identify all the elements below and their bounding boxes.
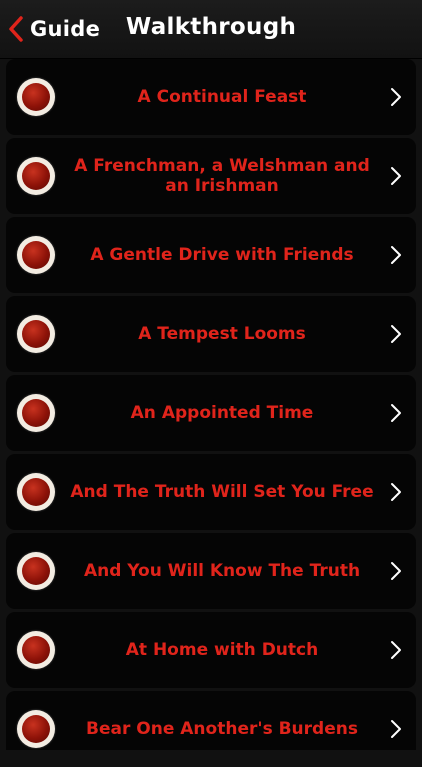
bullet-icon	[17, 394, 55, 432]
list-item-label: A Tempest Looms	[138, 324, 306, 344]
page-title: Walkthrough	[125, 14, 297, 40]
bullet-icon	[17, 236, 55, 274]
list-item[interactable]: A Frenchman, a Welshman and an Irishman	[6, 138, 416, 214]
list-item-label: And The Truth Will Set You Free	[70, 482, 374, 502]
list-item[interactable]: A Continual Feast	[6, 59, 416, 135]
bullet-icon	[17, 710, 55, 748]
list-item-label: A Frenchman, a Welshman and an Irishman	[74, 156, 370, 196]
list-item[interactable]: And The Truth Will Set You Free	[6, 454, 416, 530]
chevron-right-icon	[391, 404, 401, 422]
bullet-icon	[17, 552, 55, 590]
chevron-right-icon	[391, 641, 401, 659]
chevron-right-icon	[391, 562, 401, 580]
chevron-right-icon	[391, 167, 401, 185]
list-item-label: Bear One Another's Burdens	[86, 719, 358, 739]
list-item-label: A Continual Feast	[137, 87, 307, 107]
list-item[interactable]: Bear One Another's Burdens	[6, 691, 416, 750]
chevron-right-icon	[391, 720, 401, 738]
bullet-icon	[17, 315, 55, 353]
chevron-right-icon	[391, 325, 401, 343]
bullet-icon	[17, 473, 55, 511]
chevron-right-icon	[391, 88, 401, 106]
navigation-bar: Guide Walkthrough	[0, 0, 422, 59]
list-item[interactable]: And You Will Know The Truth	[6, 533, 416, 609]
list-item-label: And You Will Know The Truth	[83, 561, 361, 581]
bullet-icon	[17, 78, 55, 116]
chevron-right-icon	[391, 246, 401, 264]
bullet-icon	[17, 631, 55, 669]
list-item[interactable]: A Gentle Drive with Friends	[6, 217, 416, 293]
list-item[interactable]: An Appointed Time	[6, 375, 416, 451]
list-item-label: A Gentle Drive with Friends	[90, 245, 354, 265]
list-item-label: An Appointed Time	[130, 403, 314, 423]
list-item[interactable]: A Tempest Looms	[6, 296, 416, 372]
list-item[interactable]: At Home with Dutch	[6, 612, 416, 688]
chevron-right-icon	[391, 483, 401, 501]
bullet-icon	[17, 157, 55, 195]
list-item-label: At Home with Dutch	[125, 640, 319, 660]
